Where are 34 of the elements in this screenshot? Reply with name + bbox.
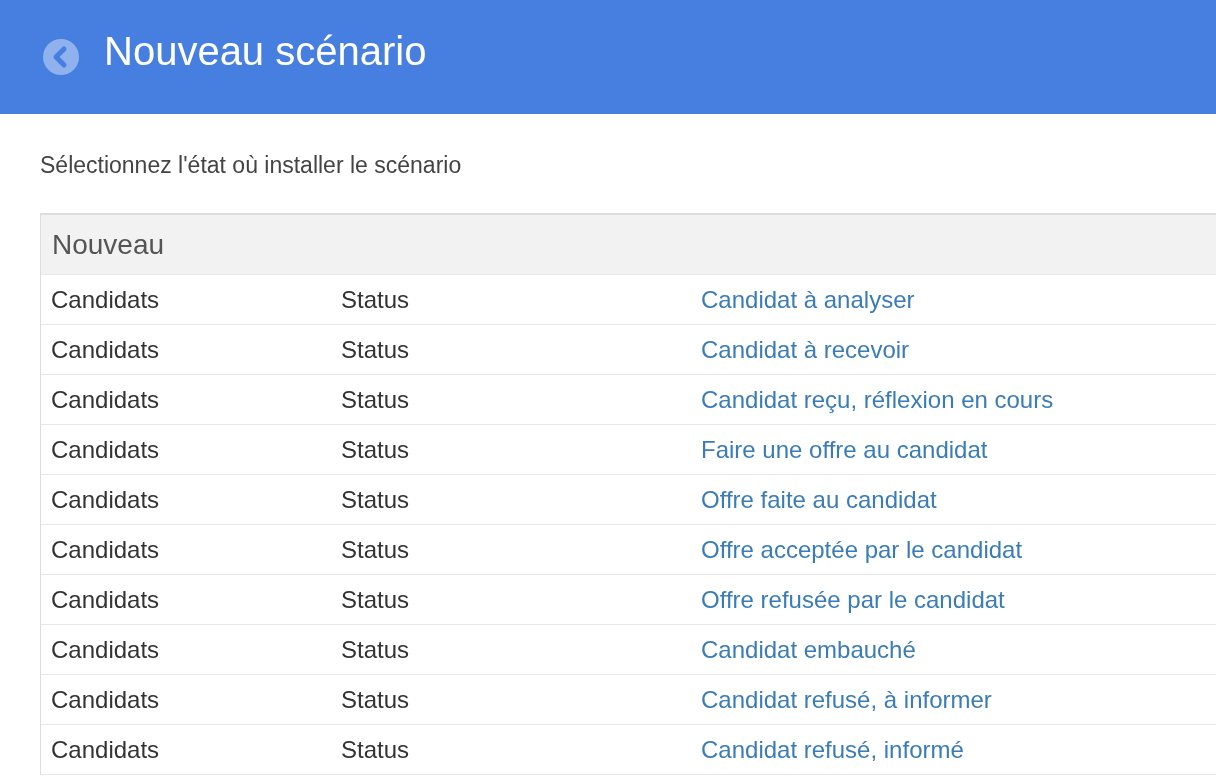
- group-label: Nouveau: [52, 228, 165, 261]
- state-link[interactable]: Candidat à recevoir: [701, 335, 910, 364]
- table-cell-text: Candidats: [50, 435, 161, 464]
- instruction-text: Sélectionnez l'état où installer le scénario: [40, 150, 463, 180]
- state-link[interactable]: Offre faite au candidat: [701, 485, 937, 514]
- table-cell-text: Status: [341, 385, 411, 414]
- table-cell-text: Status: [341, 585, 411, 614]
- page-title: Nouveau scénario: [104, 28, 427, 75]
- state-link[interactable]: Offre refusée par le candidat: [701, 585, 1005, 614]
- state-link[interactable]: Candidat à analyser: [701, 285, 915, 314]
- state-link[interactable]: Faire une offre au candidat: [701, 435, 988, 464]
- table-cell-text: Status: [341, 485, 411, 514]
- state-link[interactable]: Offre acceptée par le candidat: [701, 535, 1023, 564]
- state-link[interactable]: Candidat reçu, réflexion en cours: [701, 385, 1054, 414]
- table-cell-text: Candidats: [50, 335, 161, 364]
- table-cell-text: Status: [341, 435, 411, 464]
- table-cell-text: Candidats: [50, 285, 161, 314]
- table-cell-text: Candidats: [50, 585, 161, 614]
- state-link[interactable]: Candidat refusé, informé: [701, 735, 964, 764]
- table-cell-text: Status: [341, 285, 411, 314]
- table-cell-text: Status: [341, 685, 411, 714]
- table-cell-text: Candidats: [50, 485, 161, 514]
- table-cell-text: Status: [341, 535, 411, 564]
- table-cell-text: Status: [341, 635, 411, 664]
- table-cell-text: Candidats: [50, 635, 161, 664]
- table-cell-text: Candidats: [50, 685, 161, 714]
- table-cell-text: Candidats: [50, 385, 161, 414]
- table-cell-text: Status: [341, 335, 411, 364]
- table-cell-text: Status: [341, 735, 411, 764]
- table-cell-text: Candidats: [50, 735, 161, 764]
- back-icon[interactable]: [43, 39, 79, 75]
- state-link[interactable]: Candidat embauché: [701, 635, 916, 664]
- state-link[interactable]: Candidat refusé, à informer: [701, 685, 992, 714]
- table-cell-text: Candidats: [50, 535, 161, 564]
